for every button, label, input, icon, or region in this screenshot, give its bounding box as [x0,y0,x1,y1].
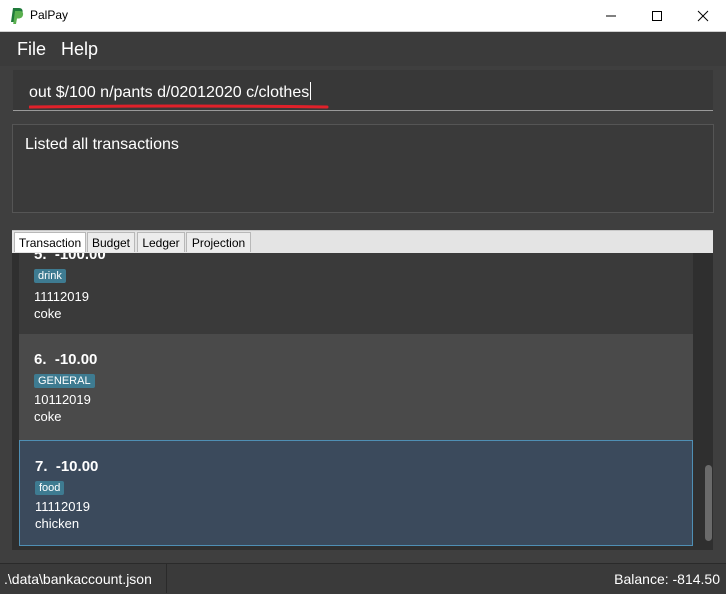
close-button[interactable] [680,0,726,31]
window-title: PalPay [30,8,69,22]
transaction-description: coke [34,409,62,424]
tab-projection[interactable]: Projection [186,232,251,252]
list-item[interactable]: 5. -100.00 drink 11112019 coke [19,253,693,334]
minimize-button[interactable] [588,0,634,31]
transaction-title: 6. -10.00 [34,351,98,368]
transaction-description: coke [34,306,62,321]
tab-bar: Transaction Budget Ledger Projection [12,230,713,253]
paypal-logo-icon [10,7,24,25]
transaction-date: 10112019 [34,392,91,407]
status-divider [166,563,167,593]
command-box[interactable]: out $/100 n/pants d/02012020 c/clothes [13,70,713,111]
result-display: Listed all transactions [12,124,714,213]
error-underline [29,104,329,109]
maximize-icon [652,11,662,21]
list-item-selected[interactable]: 7. -10.00 food 11112019 chicken [19,440,693,546]
minimize-icon [606,15,616,17]
menu-help[interactable]: Help [61,39,98,60]
list-item[interactable]: 6. -10.00 GENERAL 10112019 coke [19,334,693,440]
text-caret [310,82,312,100]
transaction-description: chicken [35,516,80,531]
transaction-date: 11112019 [34,289,89,304]
status-bar: .\data\bankaccount.json Balance: -814.50 [0,563,726,594]
category-tag: GENERAL [34,374,95,388]
command-input[interactable]: out $/100 n/pants d/02012020 c/clothes [29,82,312,102]
balance-display: Balance: -814.50 [614,571,720,587]
tab-budget[interactable]: Budget [87,232,135,252]
category-tag: food [35,481,65,495]
category-tag: drink [34,269,66,283]
maximize-button[interactable] [634,0,680,31]
title-bar: PalPay [0,0,726,32]
menu-file[interactable]: File [17,39,46,60]
transaction-date: 11112019 [35,499,90,514]
data-file-path: .\data\bankaccount.json [4,571,152,587]
result-message: Listed all transactions [25,136,179,153]
command-input-value: out $/100 n/pants d/02012020 c/clothes [29,84,310,101]
transaction-list[interactable]: 5. -100.00 drink 11112019 coke 6. -10.00… [12,253,713,550]
panel-footer [0,552,726,562]
tab-ledger[interactable]: Ledger [137,232,185,252]
transaction-title: 7. -10.00 [35,458,99,475]
close-icon [697,10,709,22]
scrollbar-thumb[interactable] [705,465,712,541]
transaction-title: 5. -100.00 [34,253,106,263]
menu-bar: File Help [0,32,726,66]
tab-transaction[interactable]: Transaction [14,232,86,252]
